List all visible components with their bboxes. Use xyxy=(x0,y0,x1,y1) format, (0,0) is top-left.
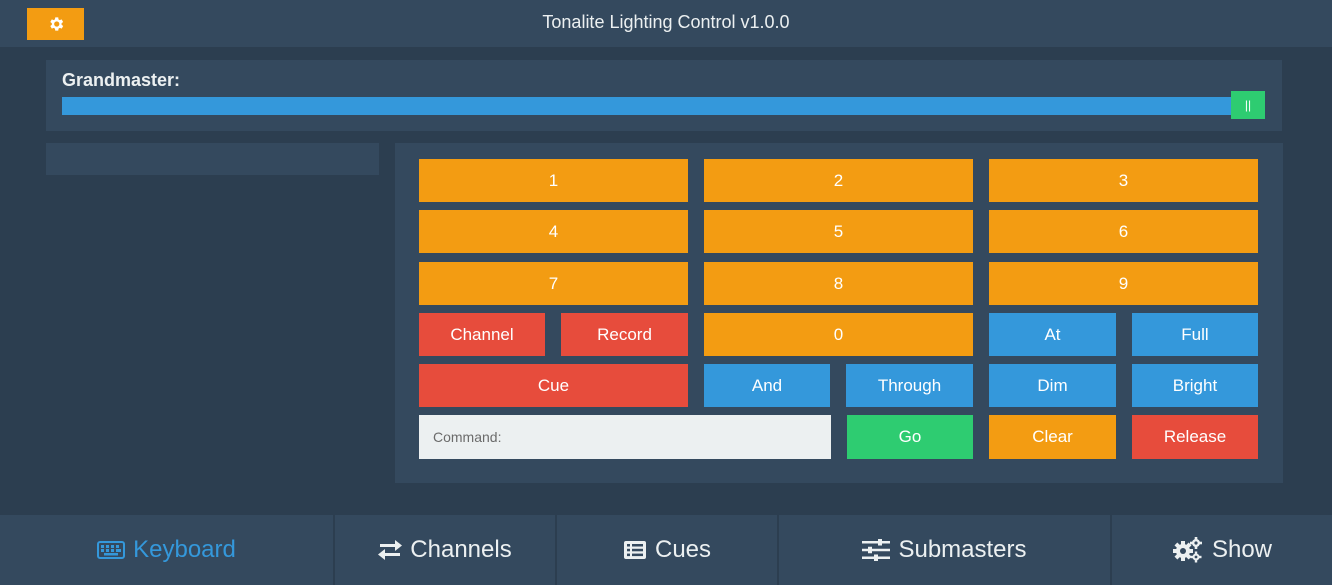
nav-tab-label: Channels xyxy=(410,536,512,563)
clear-button[interactable]: Clear xyxy=(989,415,1116,459)
release-button[interactable]: Release xyxy=(1132,415,1258,459)
nav-tab-label: Cues xyxy=(654,536,712,563)
list-icon xyxy=(623,540,647,560)
key-8[interactable]: 8 xyxy=(704,262,973,305)
through-button[interactable]: Through xyxy=(846,364,973,407)
nav-tab-submasters[interactable]: Submasters xyxy=(779,515,1112,585)
dim-button[interactable]: Dim xyxy=(989,364,1116,407)
key-7[interactable]: 7 xyxy=(419,262,688,305)
nav-tab-cues[interactable]: Cues xyxy=(557,515,779,585)
full-button[interactable]: Full xyxy=(1132,313,1258,356)
go-button[interactable]: Go xyxy=(847,415,973,459)
sliders-icon xyxy=(862,539,891,561)
key-9[interactable]: 9 xyxy=(989,262,1258,305)
nav-tab-label: Show xyxy=(1211,536,1273,563)
key-2[interactable]: 2 xyxy=(704,159,973,202)
nav-tab-label: Keyboard xyxy=(133,536,236,563)
header-bar: Tonalite Lighting Control v1.0.0 xyxy=(0,0,1332,47)
keyboard-icon xyxy=(97,540,126,560)
grandmaster-panel: Grandmaster: || xyxy=(46,60,1282,131)
nav-tab-channels[interactable]: Channels xyxy=(335,515,557,585)
nav-tab-label: Submasters xyxy=(898,536,1027,563)
key-4[interactable]: 4 xyxy=(419,210,688,253)
grandmaster-slider-track[interactable] xyxy=(62,97,1262,115)
command-keypad: 1 2 3 4 5 6 7 8 9 Channel Record 0 At Fu… xyxy=(395,143,1283,483)
command-input[interactable] xyxy=(419,415,831,459)
at-button[interactable]: At xyxy=(989,313,1116,356)
bottom-nav: Keyboard Channels Cues Submasters Show xyxy=(0,515,1332,585)
key-1[interactable]: 1 xyxy=(419,159,688,202)
key-5[interactable]: 5 xyxy=(704,210,973,253)
record-button[interactable]: Record xyxy=(561,313,688,356)
channel-button[interactable]: Channel xyxy=(419,313,545,356)
grandmaster-label: Grandmaster: xyxy=(62,70,181,90)
key-6[interactable]: 6 xyxy=(989,210,1258,253)
key-3[interactable]: 3 xyxy=(989,159,1258,202)
and-button[interactable]: And xyxy=(704,364,830,407)
app-title: Tonalite Lighting Control v1.0.0 xyxy=(542,12,790,32)
exchange-icon xyxy=(378,540,403,560)
gear-icon xyxy=(47,15,65,33)
nav-tab-keyboard[interactable]: Keyboard xyxy=(0,515,335,585)
settings-button[interactable] xyxy=(27,8,84,40)
nav-tab-show[interactable]: Show xyxy=(1112,515,1332,585)
grandmaster-slider-thumb[interactable]: || xyxy=(1231,91,1265,119)
cogs-icon xyxy=(1172,537,1204,563)
side-panel xyxy=(46,143,379,175)
bright-button[interactable]: Bright xyxy=(1132,364,1258,407)
cue-button[interactable]: Cue xyxy=(419,364,688,407)
key-0[interactable]: 0 xyxy=(704,313,973,356)
